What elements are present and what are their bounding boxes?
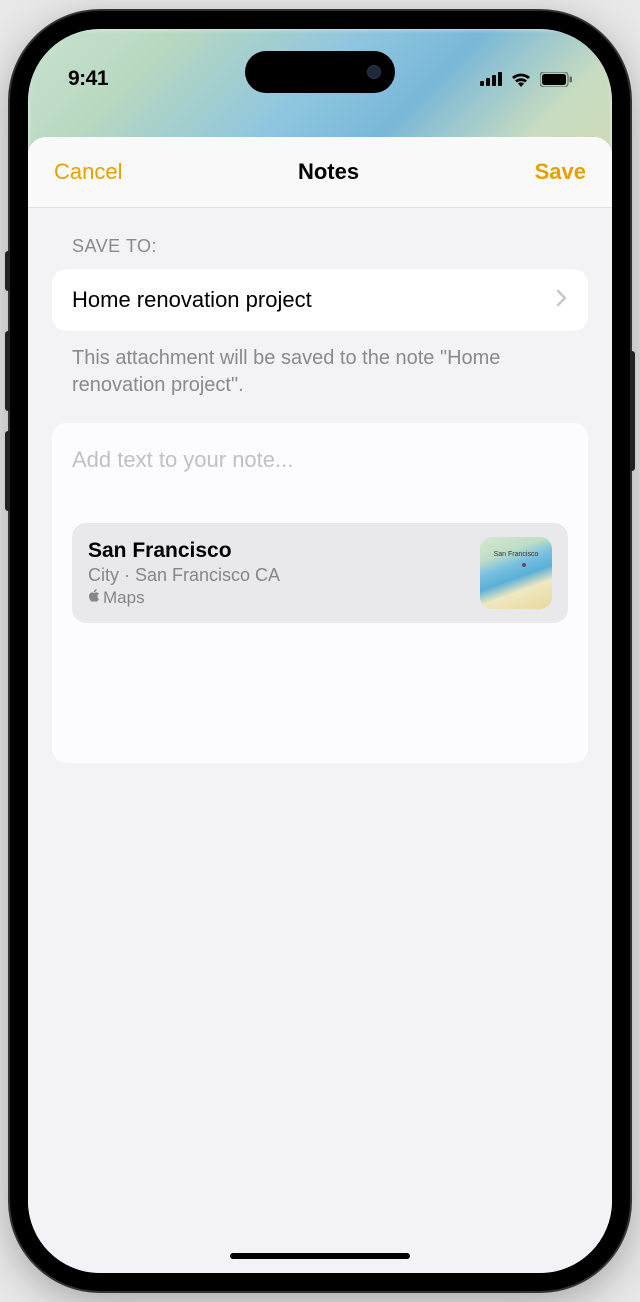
note-text-area[interactable]: Add text to your note... San Francisco C… xyxy=(52,423,588,763)
attachment-subtitle: City · San Francisco CA xyxy=(88,565,468,586)
map-thumbnail: San Francisco xyxy=(480,537,552,609)
sheet-content: SAVE TO: Home renovation project This at… xyxy=(28,208,612,791)
attachment-app: Maps xyxy=(88,588,468,608)
phone-frame: 9:41 xyxy=(10,11,630,1291)
dynamic-island xyxy=(245,51,395,93)
attachment-app-name: Maps xyxy=(103,588,145,608)
attachment-card[interactable]: San Francisco City · San Francisco CA Ma… xyxy=(72,523,568,623)
apple-logo-icon xyxy=(88,588,100,608)
wifi-icon xyxy=(510,71,532,87)
map-marker-icon xyxy=(522,563,526,567)
map-thumb-label: San Francisco xyxy=(494,551,539,558)
save-to-label: SAVE TO: xyxy=(72,236,588,257)
power-button xyxy=(630,351,635,471)
battery-icon xyxy=(540,72,572,87)
chevron-right-icon xyxy=(556,289,568,312)
status-time: 9:41 xyxy=(68,67,108,91)
save-button[interactable]: Save xyxy=(535,159,586,185)
page-title: Notes xyxy=(298,159,359,185)
status-icons xyxy=(480,71,572,87)
volume-up-button xyxy=(5,331,10,411)
save-description: This attachment will be saved to the not… xyxy=(72,345,568,399)
cellular-signal-icon xyxy=(480,72,502,86)
screen: 9:41 xyxy=(28,29,612,1273)
silent-switch xyxy=(5,251,10,291)
share-sheet: Cancel Notes Save SAVE TO: Home renovati… xyxy=(28,137,612,1273)
home-indicator[interactable] xyxy=(230,1253,410,1259)
note-placeholder: Add text to your note... xyxy=(72,447,568,473)
attachment-title: San Francisco xyxy=(88,539,468,563)
attachment-info: San Francisco City · San Francisco CA Ma… xyxy=(88,539,468,608)
cancel-button[interactable]: Cancel xyxy=(54,159,122,185)
volume-down-button xyxy=(5,431,10,511)
note-selector[interactable]: Home renovation project xyxy=(52,269,588,331)
navigation-bar: Cancel Notes Save xyxy=(28,137,612,208)
camera-lens xyxy=(367,65,381,79)
selected-note-name: Home renovation project xyxy=(72,287,312,313)
